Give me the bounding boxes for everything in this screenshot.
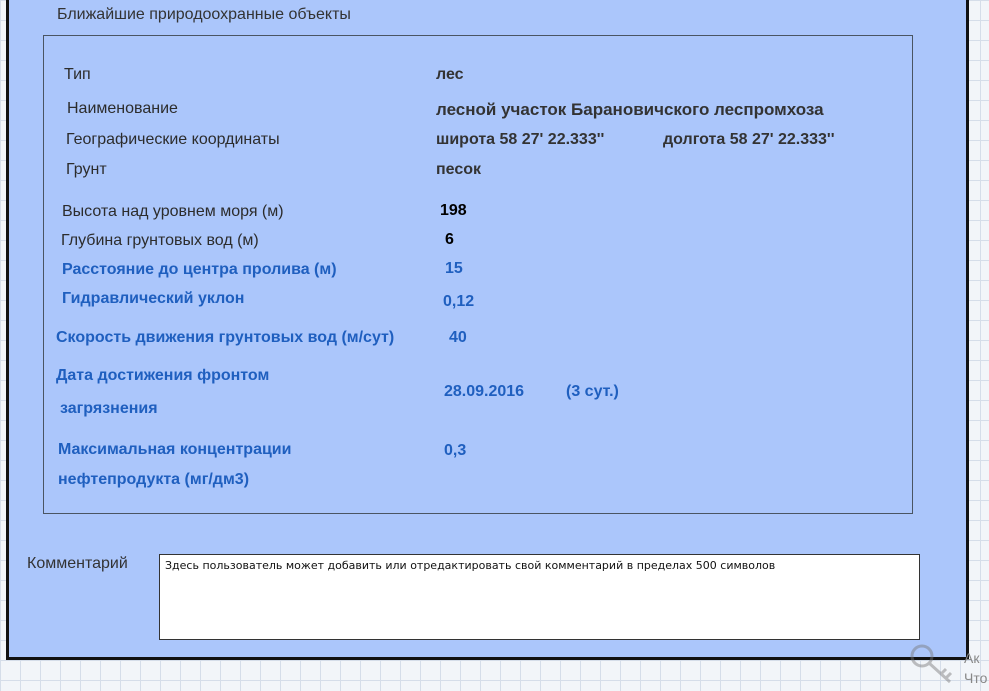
gradient-value: 0,12 [443, 293, 475, 310]
soil-value: песок [436, 161, 482, 178]
key-icon [908, 642, 958, 691]
gradient-label: Гидравлический уклон [62, 290, 245, 307]
name-label: Наименование [67, 100, 178, 117]
distance-label: Расстояние до центра пролива (м) [62, 261, 337, 278]
max-concentration-label-line2: нефтепродукта (мг/дм3) [58, 471, 250, 488]
watermark-text-1: Ак [964, 650, 980, 666]
date-label-line2: загрязнения [60, 400, 158, 417]
longitude-value: долгота 58 27' 22.333'' [663, 131, 835, 148]
date-value: 28.09.2016 [444, 383, 525, 400]
panel-title: Ближайшие природоохранные объекты [57, 6, 351, 23]
distance-value: 15 [445, 260, 463, 277]
altitude-value: 198 [440, 202, 467, 219]
max-concentration-value: 0,3 [444, 442, 467, 459]
groundwater-depth-value: 6 [445, 231, 454, 248]
type-label: Тип [64, 66, 91, 83]
date-days: (3 сут.) [566, 383, 619, 400]
groundwater-depth-label: Глубина грунтовых вод (м) [61, 232, 259, 249]
velocity-label: Скорость движения грунтовых вод (м/сут) [56, 329, 395, 346]
latitude-value: широта 58 27' 22.333'' [436, 131, 605, 148]
altitude-label: Высота над уровнем моря (м) [62, 203, 284, 220]
coordinates-label: Географические координаты [66, 131, 280, 148]
comment-label: Комментарий [27, 555, 128, 572]
type-value: лес [436, 66, 464, 83]
name-value: лесной участок Барановичского леспромхоз… [436, 100, 824, 119]
soil-label: Грунт [66, 161, 107, 178]
date-label-line1: Дата достижения фронтом [56, 367, 270, 384]
velocity-value: 40 [449, 329, 467, 346]
comment-textarea[interactable] [159, 554, 920, 640]
watermark-text-2: Что [964, 670, 988, 686]
max-concentration-label-line1: Максимальная концентрации [58, 441, 292, 458]
